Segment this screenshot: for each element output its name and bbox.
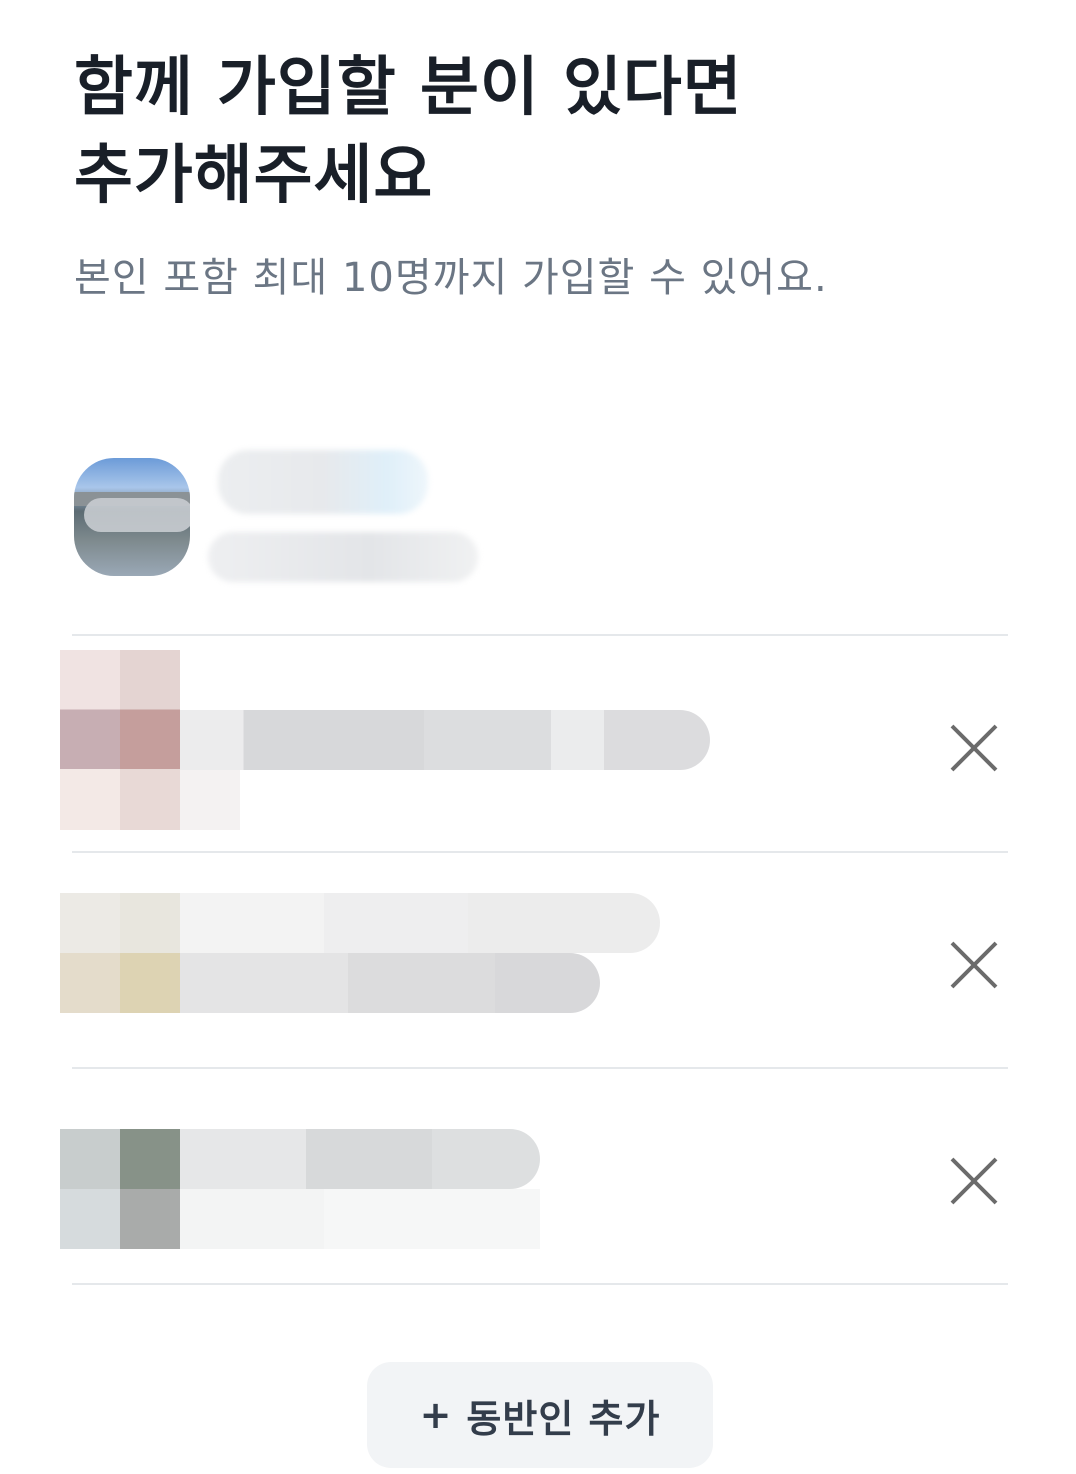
page-subtitle: 본인 포함 최대 10명까지 가입할 수 있어요. — [74, 255, 828, 301]
redacted-avatar — [60, 650, 180, 830]
redacted-avatar — [60, 1129, 180, 1249]
remove-companion-button[interactable] — [944, 1151, 1004, 1211]
redacted-info — [208, 532, 478, 582]
close-icon — [950, 1157, 998, 1205]
companion-row — [0, 1069, 1076, 1285]
page-title-line-2: 추가해주세요 — [74, 139, 434, 213]
redacted-avatar — [60, 893, 180, 1013]
redacted-name — [218, 450, 428, 514]
self-member-row — [0, 410, 1076, 636]
redacted-name — [180, 710, 710, 770]
remove-companion-button[interactable] — [944, 935, 1004, 995]
close-icon — [950, 724, 998, 772]
redacted-name — [180, 893, 660, 953]
plus-icon: + — [419, 1393, 453, 1437]
page-title-line-1: 함께 가입할 분이 있다면 — [74, 51, 743, 125]
companion-row — [0, 636, 1076, 852]
avatar — [74, 458, 190, 576]
redacted-block — [180, 770, 240, 830]
redacted-info — [180, 1189, 540, 1249]
page-title: 함께 가입할 분이 있다면 추가해주세요 — [74, 44, 1014, 220]
close-icon — [950, 941, 998, 989]
redacted-info — [180, 953, 600, 1013]
redacted-name — [180, 1129, 540, 1189]
divider — [72, 1283, 1008, 1285]
add-companion-button[interactable]: + 동반인 추가 — [367, 1362, 713, 1468]
remove-companion-button[interactable] — [944, 718, 1004, 778]
companion-row — [0, 853, 1076, 1069]
member-list — [0, 410, 1076, 1285]
add-companion-label: 동반인 추가 — [466, 1396, 661, 1441]
